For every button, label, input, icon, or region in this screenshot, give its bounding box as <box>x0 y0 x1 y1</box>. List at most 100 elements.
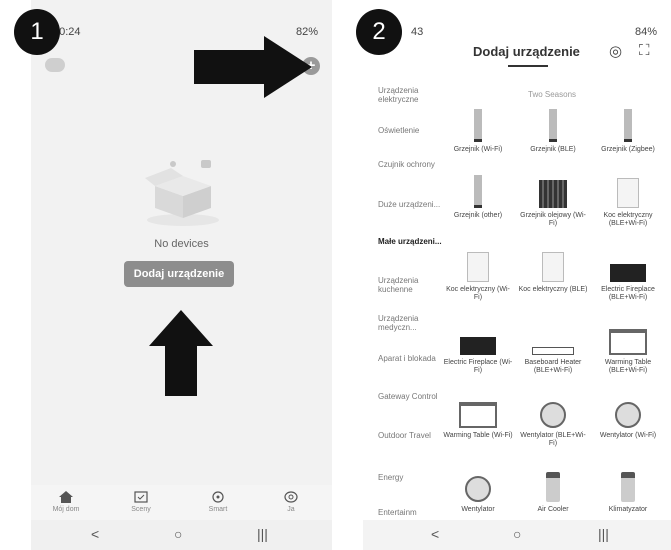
device-label: Koc elektryczny (Wi-Fi) <box>446 286 510 301</box>
device-label: Koc elektryczny (BLE+Wi-Fi) <box>603 212 653 227</box>
back-icon[interactable]: < <box>91 526 99 542</box>
device-item[interactable]: Wentylator <box>443 472 513 514</box>
fan-icon <box>593 398 663 428</box>
category-item[interactable]: Aparat i blokada <box>378 354 448 363</box>
device-item[interactable]: Wentylator (BLE+Wi-Fi) <box>518 398 588 448</box>
warming-table-icon <box>443 398 513 428</box>
device-label: Grzejnik (Wi-Fi) <box>453 146 503 153</box>
scan-icon[interactable]: ◎ <box>609 42 622 60</box>
scenes-icon <box>134 491 148 503</box>
back-icon[interactable]: < <box>431 526 439 542</box>
phone-screen-2: 43 84% Dodaj urządzenie ◎ ⛶ Urządzenia e… <box>363 0 671 550</box>
device-label: Baseboard Heater (BLE+Wi-Fi) <box>524 359 582 374</box>
tab-smart[interactable]: Smart <box>188 491 248 513</box>
status-bar: 43 84% <box>363 24 671 42</box>
profile-icon <box>284 491 298 503</box>
status-time: 43 <box>411 26 424 38</box>
oil-heater-icon <box>518 178 588 208</box>
add-device-button[interactable]: Dodaj urządzenie <box>124 261 234 287</box>
smart-icon <box>212 491 224 503</box>
device-item[interactable]: Koc elektryczny (BLE) <box>518 252 588 294</box>
home-switcher-icon[interactable] <box>45 58 65 72</box>
device-item[interactable]: Baseboard Heater (BLE+Wi-Fi) <box>518 325 588 375</box>
category-item[interactable]: Entertainm <box>378 508 448 517</box>
device-label: Koc elektryczny (BLE) <box>518 286 588 293</box>
category-item[interactable]: Duże urządzeni... <box>378 200 448 209</box>
tab-scenes[interactable]: Sceny <box>111 491 171 513</box>
category-item[interactable]: Outdoor Travel <box>378 431 448 440</box>
device-item[interactable]: Grzejnik (Zigbee) <box>593 109 663 154</box>
tab-label: Sceny <box>131 506 151 513</box>
tab-label: Smart <box>208 506 228 513</box>
device-item[interactable]: Grzejnik (Wi-Fi) <box>443 109 513 154</box>
device-item[interactable]: Warming Table (BLE+Wi-Fi) <box>593 325 663 375</box>
empty-box-icon <box>145 160 219 226</box>
blanket-icon <box>518 252 588 282</box>
device-label: Electric Fireplace (Wi-Fi) <box>443 359 513 374</box>
device-label: Electric Fireplace (BLE+Wi-Fi) <box>601 286 655 301</box>
category-item[interactable]: Urządzenia kuchenne <box>378 276 448 294</box>
blanket-icon <box>593 178 663 208</box>
device-item[interactable]: Electric Fireplace (Wi-Fi) <box>443 325 513 375</box>
tab-profile[interactable]: Ja <box>261 491 321 513</box>
arrow-right-icon <box>194 36 312 98</box>
category-item[interactable]: Urządzenia medyczn... <box>378 314 448 332</box>
baseboard-heater-icon <box>518 325 588 355</box>
device-item[interactable]: Grzejnik (other) <box>443 175 513 220</box>
device-item[interactable]: Wentylator (Wi-Fi) <box>593 398 663 440</box>
air-conditioner-icon <box>593 472 663 502</box>
device-item[interactable]: Koc elektryczny (BLE+Wi-Fi) <box>593 178 663 228</box>
fan-icon <box>518 398 588 428</box>
device-item[interactable]: Air Cooler <box>518 472 588 514</box>
heater-icon <box>443 109 513 142</box>
device-label: Grzejnik olejowy (Wi-Fi) <box>520 212 586 227</box>
warming-table-icon <box>593 325 663 355</box>
category-item[interactable]: Urządzenia elektryczne <box>378 86 448 104</box>
recent-apps-icon[interactable]: ||| <box>598 526 609 542</box>
device-item[interactable]: Electric Fireplace (BLE+Wi-Fi) <box>593 252 663 302</box>
blanket-icon <box>443 252 513 282</box>
heater-icon <box>593 109 663 142</box>
heater-icon <box>443 175 513 208</box>
category-item[interactable]: Czujnik ochrony <box>378 160 448 169</box>
device-item[interactable]: Grzejnik olejowy (Wi-Fi) <box>518 178 588 228</box>
tab-label: Mój dom <box>52 506 80 513</box>
device-label: Grzejnik (Zigbee) <box>601 146 655 153</box>
no-devices-text: No devices <box>154 238 209 250</box>
device-item[interactable]: Grzejnik (BLE) <box>518 109 588 154</box>
title-underline <box>508 65 548 67</box>
device-label: Warming Table (Wi-Fi) <box>443 432 513 439</box>
air-cooler-icon <box>518 472 588 502</box>
home-icon <box>59 491 73 503</box>
system-nav-bar: < ○ ||| <box>31 520 332 550</box>
device-label: Warming Table (BLE+Wi-Fi) <box>604 359 652 374</box>
device-item[interactable]: Koc elektryczny (Wi-Fi) <box>443 252 513 302</box>
recent-apps-icon[interactable]: ||| <box>257 526 268 542</box>
device-label: Grzejnik (BLE) <box>530 146 576 153</box>
category-item[interactable]: Oświetlenie <box>378 126 448 135</box>
step-badge-2: 2 <box>356 9 402 55</box>
fireplace-icon <box>593 252 663 282</box>
device-label: Klimatyzator <box>608 506 648 513</box>
device-item[interactable]: Warming Table (Wi-Fi) <box>443 398 513 440</box>
category-item-active[interactable]: Małe urządzeni... <box>378 237 448 246</box>
device-label: Wentylator (BLE+Wi-Fi) <box>520 432 586 447</box>
device-label: Air Cooler <box>537 506 569 513</box>
bottom-tab-bar: Mój dom Sceny Smart Ja <box>31 485 332 520</box>
fireplace-icon <box>443 325 513 355</box>
category-item[interactable]: Energy <box>378 473 448 482</box>
page-title: Dodaj urządzenie <box>473 44 580 59</box>
qr-scan-icon[interactable]: ⛶ <box>639 42 650 59</box>
tab-home[interactable]: Mój dom <box>36 491 96 513</box>
home-nav-icon[interactable]: ○ <box>174 526 182 542</box>
system-nav-bar: < ○ ||| <box>363 520 671 550</box>
tab-label: Ja <box>287 506 295 513</box>
step-badge-1: 1 <box>14 9 60 55</box>
heater-icon <box>518 109 588 142</box>
device-label: Wentylator (Wi-Fi) <box>599 432 657 439</box>
home-nav-icon[interactable]: ○ <box>513 526 521 542</box>
category-item[interactable]: Gateway Control <box>378 392 448 401</box>
device-item[interactable]: Klimatyzator <box>593 472 663 514</box>
device-label: Grzejnik (other) <box>453 212 503 219</box>
fan-icon <box>443 472 513 502</box>
